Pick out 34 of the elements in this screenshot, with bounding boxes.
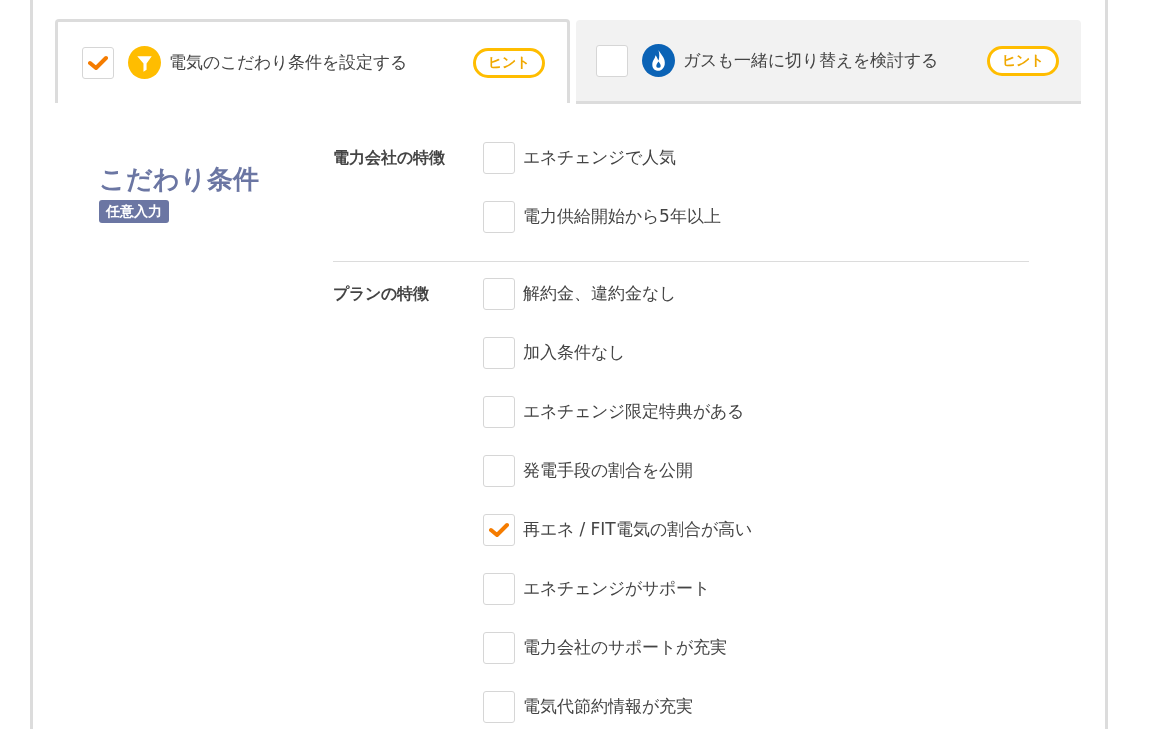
group-label: プランの特徴 [333,283,430,305]
tab-label: ガスも一緒に切り替えを検討する [683,48,938,72]
checkbox[interactable] [483,573,515,605]
option-label: 発電手段の割合を公開 [523,459,693,483]
section-title: こだわり条件 [99,163,259,196]
checkbox[interactable] [483,691,515,723]
checkbox[interactable] [483,201,515,233]
checkbox[interactable] [596,44,628,77]
tab[interactable]: ガスも一緒に切り替えを検討する ヒント [576,20,1081,104]
checkmark-icon [88,54,108,71]
option-label: 電力会社のサポートが充実 [523,636,727,660]
checkbox[interactable] [483,632,515,664]
option-label: 加入条件なし [523,341,625,365]
option-label: 電気代節約情報が充実 [523,695,693,719]
option-label: エネチェンジで人気 [523,146,676,170]
checkbox[interactable] [483,514,515,546]
option-label: 解約金、違約金なし [523,282,676,306]
tab[interactable]: 電気のこだわり条件を設定する ヒント [55,19,570,103]
checkbox[interactable] [483,337,515,369]
option-label: 再エネ / FIT電気の割合が高い [523,518,752,542]
group-label: 電力会社の特徴 [333,147,446,169]
optional-badge: 任意入力 [99,200,169,223]
checkbox[interactable] [483,142,515,174]
option-label: 電力供給開始から5年以上 [523,205,721,229]
option-label: エネチェンジがサポート [523,577,710,601]
option-label: エネチェンジ限定特典がある [523,400,744,424]
flame-icon [642,44,675,77]
checkbox[interactable] [483,455,515,487]
checkbox[interactable] [82,46,114,79]
filter-icon [128,46,161,79]
checkmark-icon [489,522,509,538]
checkbox[interactable] [483,278,515,310]
checkbox[interactable] [483,396,515,428]
tab-label: 電気のこだわり条件を設定する [169,50,407,74]
